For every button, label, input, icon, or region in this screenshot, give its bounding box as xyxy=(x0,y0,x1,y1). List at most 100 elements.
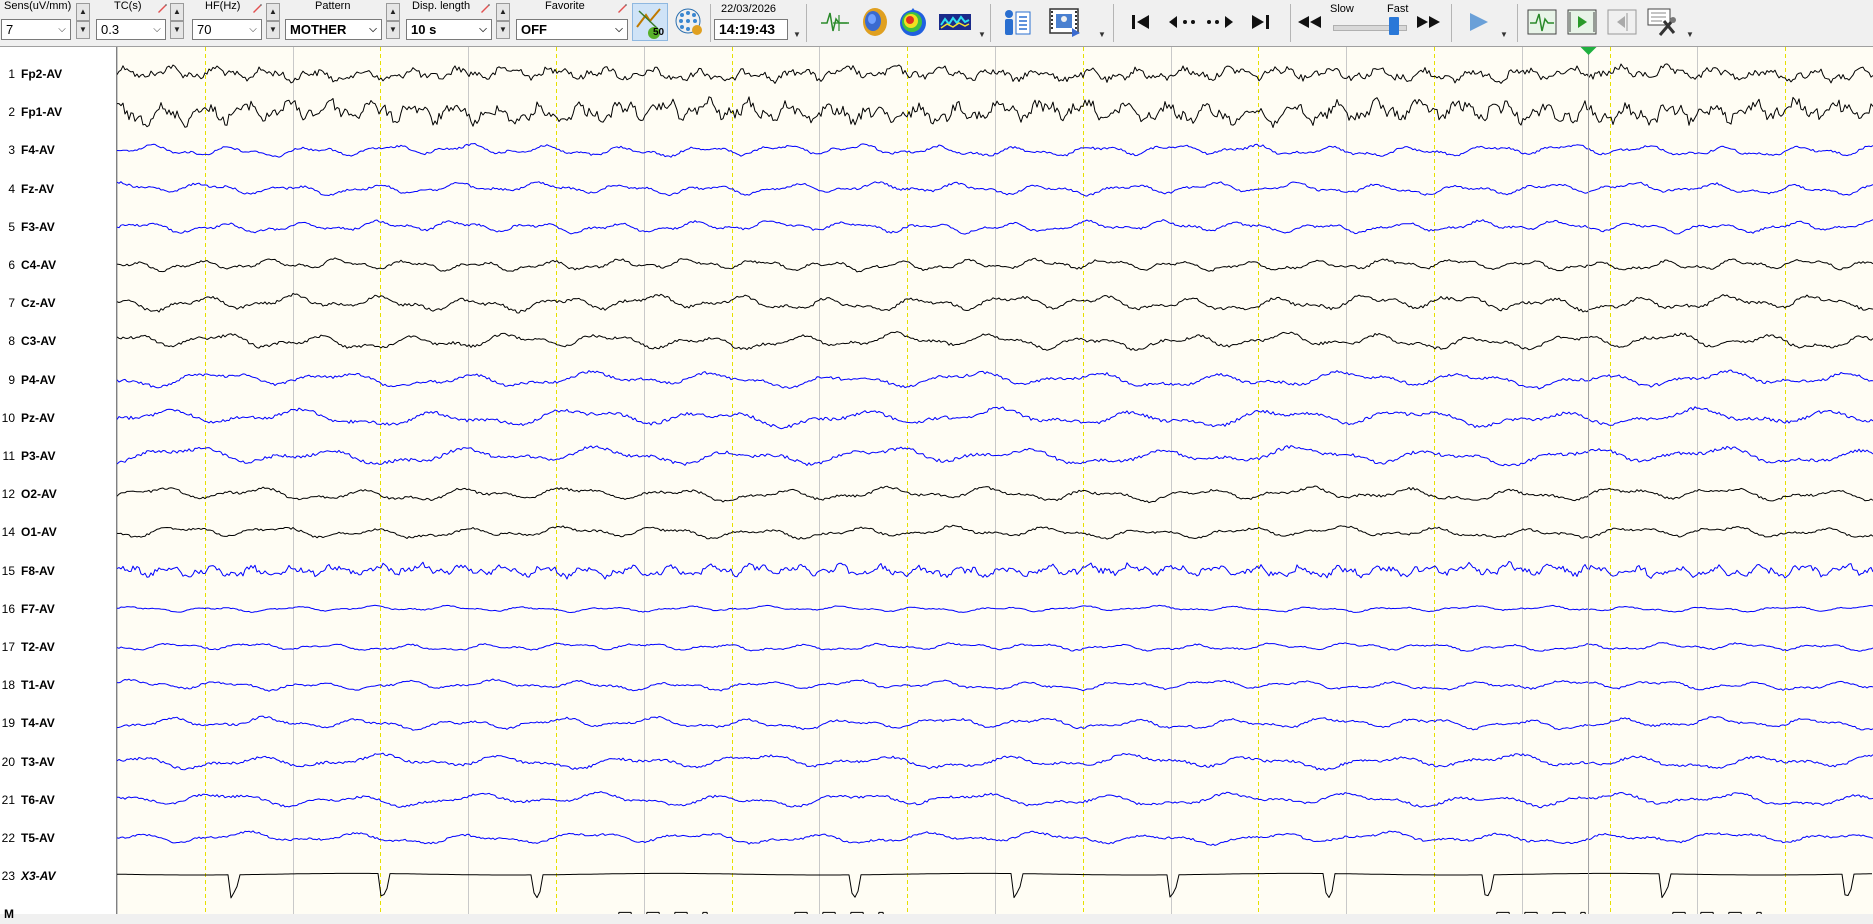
time-dropdown-icon[interactable]: ▼ xyxy=(793,30,801,39)
patient-info-button[interactable] xyxy=(1000,4,1034,40)
time-cursor-marker-icon[interactable] xyxy=(1580,47,1597,55)
play-marker-icon xyxy=(1567,9,1597,35)
channel-row[interactable]: 6 C4-AV xyxy=(0,255,116,275)
channel-row[interactable]: 5 F3-AV xyxy=(0,217,116,237)
channel-row[interactable]: 3 F4-AV xyxy=(0,140,116,160)
toolbar-separator xyxy=(1113,4,1114,42)
channel-row[interactable]: 9 P4-AV xyxy=(0,370,116,390)
hf-combo[interactable]: 70 ⌵ xyxy=(192,19,262,40)
channel-row[interactable]: 23 X3-AV xyxy=(0,866,116,886)
video-dropdown-icon[interactable]: ▼ xyxy=(1098,30,1106,39)
channel-row[interactable]: M xyxy=(0,904,116,924)
go-start-button[interactable] xyxy=(1126,4,1156,40)
disp-length-up-button[interactable]: ▲ xyxy=(496,3,510,21)
play-dropdown-icon[interactable]: ▼ xyxy=(1500,30,1508,39)
favorite-value: OFF xyxy=(521,22,547,37)
sens-combo[interactable]: 7 ⌵ xyxy=(1,19,71,40)
channel-name: P3-AV xyxy=(21,449,56,463)
step-back-button[interactable] xyxy=(1166,4,1198,40)
time-field[interactable]: 14:19:43 xyxy=(714,19,788,40)
sens-label: Sens(uV/mm) xyxy=(4,0,72,12)
tools-dropdown-icon[interactable]: ▼ xyxy=(1686,30,1694,39)
play-marker-button[interactable] xyxy=(1566,4,1598,40)
channel-number: 21 xyxy=(1,792,15,807)
electrode-grid-button[interactable] xyxy=(672,4,706,40)
toolbar-separator xyxy=(990,4,991,42)
channel-row[interactable]: 21 T6-AV xyxy=(0,790,116,810)
hf-up-button[interactable]: ▲ xyxy=(266,3,280,21)
rewind-button[interactable] xyxy=(1294,4,1324,40)
channel-row[interactable]: 20 T3-AV xyxy=(0,752,116,772)
pattern-value: MOTHER xyxy=(290,22,347,37)
channel-name: T6-AV xyxy=(21,792,55,807)
channel-row[interactable]: 12 O2-AV xyxy=(0,484,116,504)
channel-number: 17 xyxy=(1,640,15,654)
go-start-icon xyxy=(1132,15,1149,29)
channel-row[interactable]: 17 T2-AV xyxy=(0,637,116,657)
fast-forward-button[interactable] xyxy=(1414,4,1444,40)
play-button[interactable] xyxy=(1464,4,1492,40)
channel-number: 8 xyxy=(8,334,15,349)
channel-name: Fp1-AV xyxy=(21,105,63,120)
channel-row[interactable]: 19 T4-AV xyxy=(0,713,116,733)
fast-forward-icon xyxy=(1417,16,1440,28)
eeg-trace-area[interactable] xyxy=(117,47,1873,914)
pattern-down-button[interactable]: ▼ xyxy=(386,21,400,39)
toolbar: Sens(uV/mm) ▲ 7 ⌵ ▼ TC(s) ▲ 0.3 ⌵ ▼ HF(H… xyxy=(0,0,1873,47)
sens-up-button[interactable]: ▲ xyxy=(76,3,90,21)
analysis-dropdown-icon[interactable]: ▼ xyxy=(978,30,986,39)
channel-number: 11 xyxy=(2,449,15,463)
channel-row[interactable]: 7 Cz-AV xyxy=(0,293,116,313)
channel-row[interactable]: 14 O1-AV xyxy=(0,522,116,542)
channel-row[interactable]: 1 Fp2-AV xyxy=(0,64,116,84)
pencil-icon[interactable] xyxy=(479,2,491,14)
pattern-combo[interactable]: MOTHER ⌵ xyxy=(285,19,382,40)
tc-label: TC(s) xyxy=(114,0,142,12)
channel-number: 9 xyxy=(8,372,15,387)
pencil-icon[interactable] xyxy=(156,2,168,14)
channel-number: 20 xyxy=(1,754,15,769)
page-back-button[interactable] xyxy=(1606,4,1638,40)
channel-number: 14 xyxy=(1,525,15,540)
disp-length-combo[interactable]: 10 s ⌵ xyxy=(406,19,492,40)
waveform-button[interactable] xyxy=(1526,4,1558,40)
pattern-up-button[interactable]: ▲ xyxy=(386,3,400,21)
tc-combo[interactable]: 0.3 ⌵ xyxy=(96,19,166,40)
eeg-traces[interactable] xyxy=(117,47,1873,914)
settings-tools-button[interactable] xyxy=(1645,4,1679,40)
pencil-icon[interactable] xyxy=(616,2,628,14)
tc-down-button[interactable]: ▼ xyxy=(170,21,184,39)
step-forward-button[interactable] xyxy=(1204,4,1236,40)
pencil-icon[interactable] xyxy=(251,2,263,14)
channel-number: 12 xyxy=(1,487,15,502)
settings-tools-icon xyxy=(1647,8,1676,36)
head-map-button[interactable] xyxy=(858,4,892,40)
video-button[interactable] xyxy=(1046,4,1084,40)
topography-button[interactable] xyxy=(896,4,930,40)
channel-row[interactable]: 4 Fz-AV xyxy=(0,179,116,199)
channel-row[interactable]: 22 T5-AV xyxy=(0,828,116,848)
favorite-combo[interactable]: OFF ⌵ xyxy=(516,19,628,40)
disp-length-down-button[interactable]: ▼ xyxy=(496,21,510,39)
waveform-icon xyxy=(1527,9,1557,35)
channel-number: 1 xyxy=(8,67,15,81)
channel-row[interactable]: 2 Fp1-AV xyxy=(0,102,116,122)
notch-filter-button[interactable]: 50 xyxy=(632,3,668,41)
tc-up-button[interactable]: ▲ xyxy=(170,3,184,21)
hf-down-button[interactable]: ▼ xyxy=(266,21,280,39)
channel-row[interactable]: 16 F7-AV xyxy=(0,599,116,619)
spectrum-button[interactable] xyxy=(936,4,974,40)
go-end-button[interactable] xyxy=(1245,4,1275,40)
channel-name: F3-AV xyxy=(21,219,55,234)
montage-icon xyxy=(821,12,849,32)
channel-row[interactable]: 10 Pz-AV xyxy=(0,408,116,428)
channel-row[interactable]: 11 P3-AV xyxy=(0,446,116,466)
channel-row[interactable]: 8 C3-AV xyxy=(0,331,116,351)
channel-row[interactable]: 18 T1-AV xyxy=(0,675,116,695)
channel-row[interactable]: 15 F8-AV xyxy=(0,561,116,581)
speed-slider-thumb[interactable] xyxy=(1389,17,1399,35)
sens-down-button[interactable]: ▼ xyxy=(76,21,90,39)
channel-number: 2 xyxy=(8,105,15,120)
montage-button[interactable] xyxy=(818,4,852,40)
rewind-icon xyxy=(1298,16,1321,28)
